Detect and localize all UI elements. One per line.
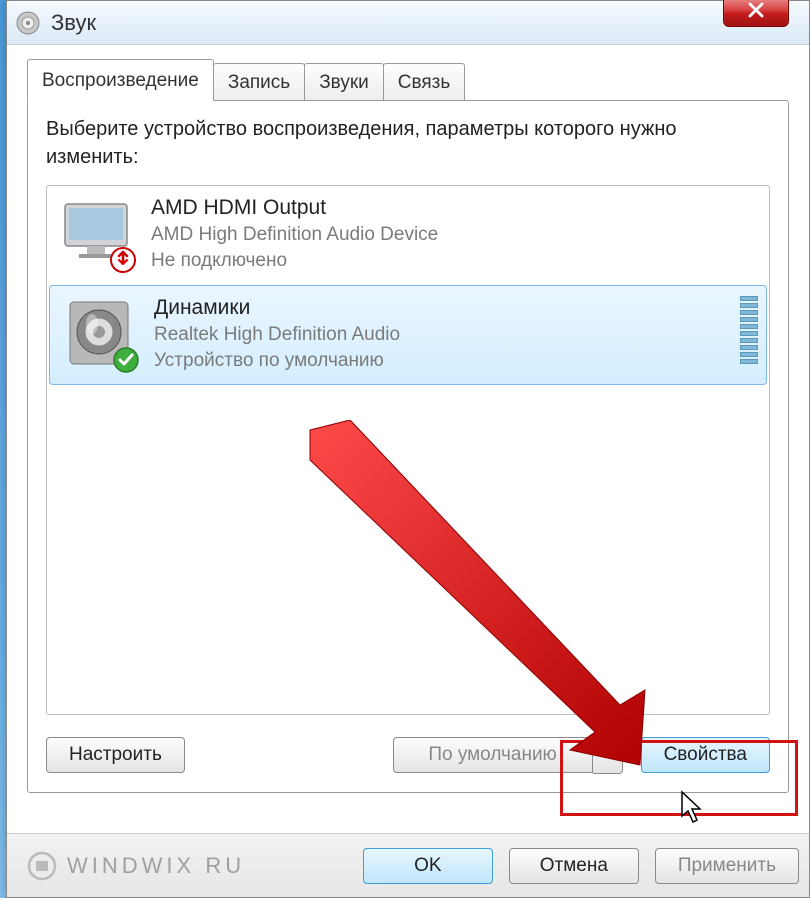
device-name: Динамики — [154, 296, 400, 320]
set-default-button[interactable]: По умолчанию — [393, 737, 593, 773]
apply-button[interactable]: Применить — [655, 848, 799, 884]
default-check-icon — [112, 346, 140, 374]
watermark: WINDWIX RU — [27, 851, 245, 881]
titlebar: Звук — [7, 1, 809, 45]
device-text: Динамики Realtek High Definition Audio У… — [154, 296, 400, 373]
chevron-down-icon[interactable] — [593, 735, 623, 774]
set-default-dropdown[interactable]: По умолчанию — [393, 735, 623, 774]
sound-icon — [15, 10, 41, 36]
close-button[interactable] — [723, 0, 789, 27]
ok-button[interactable]: OK — [363, 848, 493, 884]
tab-playback[interactable]: Воспроизведение — [27, 59, 214, 101]
properties-button[interactable]: Свойства — [641, 737, 770, 773]
close-icon — [748, 2, 764, 23]
client-area: Воспроизведение Запись Звуки Связь Выбер… — [7, 45, 809, 793]
sound-dialog: Звук Воспроизведение Запись Звуки Связь … — [6, 0, 810, 898]
tab-communications[interactable]: Связь — [383, 63, 466, 100]
device-name: AMD HDMI Output — [151, 196, 438, 220]
device-item-hdmi[interactable]: AMD HDMI Output AMD High Definition Audi… — [47, 186, 769, 283]
device-status: Устройство по умолчанию — [154, 348, 400, 374]
unplugged-icon — [109, 246, 137, 274]
device-driver: AMD High Definition Audio Device — [151, 222, 438, 248]
configure-button[interactable]: Настроить — [46, 737, 185, 773]
device-item-speakers[interactable]: Динамики Realtek High Definition Audio У… — [49, 285, 767, 384]
instruction-text: Выберите устройство воспроизведения, пар… — [46, 115, 770, 171]
bottom-button-row: Настроить По умолчанию Свойства — [46, 735, 770, 774]
speaker-icon — [62, 296, 136, 370]
watermark-icon — [27, 851, 57, 881]
tab-panel-playback: Выберите устройство воспроизведения, пар… — [27, 100, 789, 793]
tabs: Воспроизведение Запись Звуки Связь — [27, 59, 789, 100]
level-meter — [740, 296, 758, 364]
device-text: AMD HDMI Output AMD High Definition Audi… — [151, 196, 438, 273]
tab-sounds[interactable]: Звуки — [304, 63, 384, 100]
window-title: Звук — [51, 10, 96, 36]
dialog-footer: WINDWIX RU OK Отмена Применить — [7, 833, 809, 897]
cancel-button[interactable]: Отмена — [509, 848, 639, 884]
device-status: Не подключено — [151, 248, 438, 274]
device-driver: Realtek High Definition Audio — [154, 322, 400, 348]
tab-recording[interactable]: Запись — [213, 63, 305, 100]
device-list[interactable]: AMD HDMI Output AMD High Definition Audi… — [46, 185, 770, 715]
monitor-icon — [59, 196, 133, 270]
